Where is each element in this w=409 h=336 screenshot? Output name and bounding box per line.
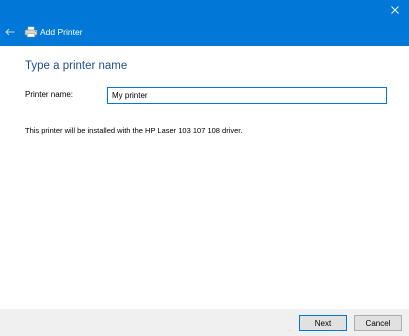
driver-info-text: This printer will be installed with the … xyxy=(25,126,243,135)
close-icon xyxy=(391,6,399,14)
title-bar: Add Printer xyxy=(0,0,409,46)
printer-name-label: Printer name: xyxy=(25,90,74,99)
back-button[interactable] xyxy=(2,24,18,40)
printer-name-input[interactable] xyxy=(107,87,387,104)
window-title: Add Printer xyxy=(40,27,83,37)
footer-bar xyxy=(0,309,409,336)
page-heading: Type a printer name xyxy=(25,60,128,72)
back-arrow-icon xyxy=(5,28,15,36)
close-button[interactable] xyxy=(381,0,409,20)
printer-icon xyxy=(24,26,38,38)
cancel-button[interactable]: Cancel xyxy=(354,315,402,331)
next-button[interactable]: Next xyxy=(299,315,347,331)
